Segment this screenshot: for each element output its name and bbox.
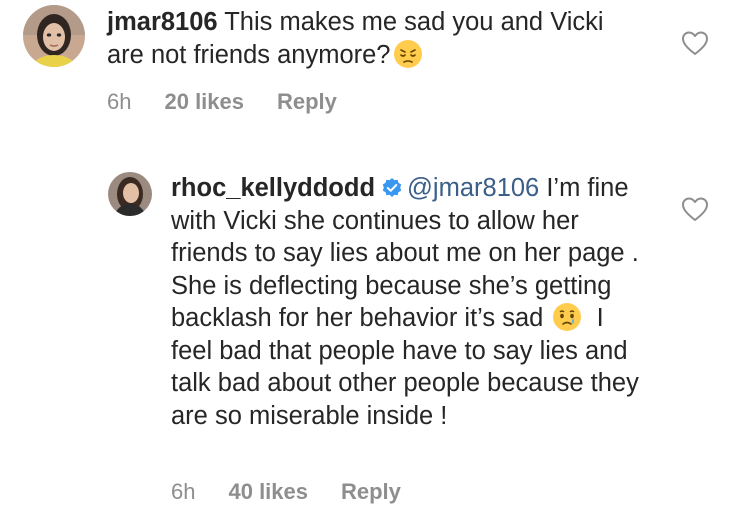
user-avatar-icon <box>23 5 85 67</box>
reply-button[interactable]: Reply <box>277 89 337 115</box>
verified-badge-icon <box>382 178 402 197</box>
comment-username[interactable]: rhoc_kellyddodd <box>171 174 375 202</box>
comment-body: jmar8106 This makes me sad you and Vicki… <box>107 6 647 71</box>
like-heart-icon[interactable] <box>680 195 710 223</box>
comment-body: rhoc_kellyddodd @jmar8106 I’m fine with V… <box>171 172 646 432</box>
comment-username[interactable]: jmar8106 <box>107 8 218 36</box>
mention-link[interactable]: @jmar8106 <box>407 174 539 202</box>
comment-meta: 6h 40 likes Reply <box>171 479 401 505</box>
avatar[interactable] <box>23 5 85 67</box>
crying-face-emoji-icon <box>553 303 582 331</box>
reply-button[interactable]: Reply <box>341 479 401 505</box>
comment-timestamp: 6h <box>171 479 196 504</box>
pensive-face-emoji-icon <box>393 39 422 68</box>
likes-count[interactable]: 20 likes <box>164 89 244 115</box>
like-heart-icon[interactable] <box>680 29 710 57</box>
comment-meta: 6h 20 likes Reply <box>107 89 337 115</box>
avatar[interactable] <box>108 172 152 216</box>
likes-count[interactable]: 40 likes <box>228 479 308 505</box>
comment-timestamp: 6h <box>107 89 132 114</box>
user-avatar-icon <box>108 172 152 216</box>
